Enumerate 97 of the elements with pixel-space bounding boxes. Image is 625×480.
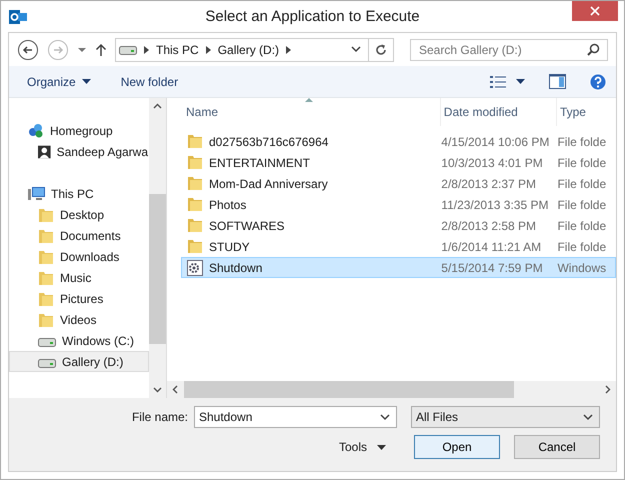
sidebar-item[interactable]: Gallery (D:) xyxy=(9,351,149,372)
file-name: Mom-Dad Anniversary xyxy=(209,176,328,190)
type-cell-text: File folde xyxy=(556,240,608,254)
folder-icon xyxy=(187,176,203,191)
file-type-dropdown[interactable]: All Files xyxy=(411,406,600,428)
file-name: SOFTWARES xyxy=(209,218,285,232)
chevron-icon xyxy=(286,46,292,54)
folder-icon xyxy=(38,270,54,286)
close-icon xyxy=(590,6,600,16)
sidebar-item[interactable]: Homegroup xyxy=(9,120,149,141)
caret-icon[interactable] xyxy=(516,79,525,84)
app-icon xyxy=(9,8,27,26)
sidebar-item[interactable]: Windows (C:) xyxy=(9,330,149,351)
sidebar-item[interactable]: Desktop xyxy=(9,204,149,225)
dropdown-icon[interactable] xyxy=(351,46,361,53)
caret-icon xyxy=(82,79,91,84)
type-cell-text: Windows xyxy=(556,260,608,274)
breadcrumb[interactable]: Gallery (D:) xyxy=(218,42,280,56)
scroll-down-icon[interactable] xyxy=(153,387,162,393)
type-cell-text: File folde xyxy=(556,218,608,232)
chevron-icon xyxy=(144,46,149,54)
folder-icon xyxy=(187,218,203,233)
type-cell-text: File folde xyxy=(556,156,608,170)
file-row[interactable]: d027563b716c676964 4/15/2014 10:06 PM File folde xyxy=(181,131,616,152)
date-cell-text: 2/8/2013 2:37 PM xyxy=(440,176,538,190)
file-name-label: File name: xyxy=(132,410,188,424)
file-name: ENTERTAINMENT xyxy=(209,156,310,170)
computer-icon xyxy=(28,186,45,201)
scroll-up-icon[interactable] xyxy=(153,103,162,109)
scroll-left-icon[interactable] xyxy=(172,385,178,394)
preview-pane-icon[interactable] xyxy=(549,74,566,89)
sidebar-item[interactable]: Music xyxy=(9,267,149,288)
date-cell-text: 2/8/2013 2:58 PM xyxy=(440,218,538,232)
date-cell-text: 10/3/2013 4:01 PM xyxy=(440,156,544,170)
address-bar[interactable]: This PC Gallery (D:) xyxy=(115,38,394,62)
new-folder-button[interactable]: New folder xyxy=(120,74,178,88)
caret-icon xyxy=(377,444,386,450)
column-header[interactable]: Date modified xyxy=(440,98,557,126)
sidebar-item[interactable]: Pictures xyxy=(9,288,149,309)
tools-menu[interactable]: Tools xyxy=(338,440,386,454)
file-row[interactable]: Mom-Dad Anniversary 2/8/2013 2:37 PM File folde xyxy=(181,173,616,194)
search-icon[interactable] xyxy=(587,42,600,56)
search-field[interactable]: Search Gallery (D:) xyxy=(410,38,608,60)
folder-icon xyxy=(187,239,203,254)
sidebar-item[interactable]: Documents xyxy=(9,225,149,246)
sidebar-item[interactable]: Videos xyxy=(9,309,149,330)
folder-icon xyxy=(187,155,203,170)
breadcrumb[interactable]: This PC xyxy=(156,42,199,56)
gear-icon xyxy=(187,260,203,276)
date-cell-text: 4/15/2014 10:06 PM xyxy=(440,134,550,148)
sidebar-item[interactable]: Sandeep Agarwa xyxy=(9,141,149,162)
drive-icon xyxy=(119,44,137,54)
folder-icon xyxy=(38,248,54,264)
network-icon xyxy=(28,122,44,138)
view-list-icon[interactable] xyxy=(490,74,506,88)
up-arrow-icon[interactable] xyxy=(95,42,107,56)
chevron-down-icon xyxy=(380,414,390,420)
scroll-right-icon[interactable] xyxy=(605,385,611,394)
type-cell-text: File folde xyxy=(556,176,608,190)
date-cell-text: 1/6/2014 11:21 AM xyxy=(440,240,542,254)
caret-icon[interactable] xyxy=(77,46,87,52)
folder-icon xyxy=(38,312,54,328)
file-row[interactable]: Photos 11/23/2013 3:35 PM File folde xyxy=(181,194,616,215)
sidebar-item[interactable]: Downloads xyxy=(9,246,149,267)
back-icon[interactable] xyxy=(17,38,39,60)
file-name: Photos xyxy=(209,198,246,212)
refresh-icon xyxy=(374,42,388,56)
file-name: d027563b716c676964 xyxy=(209,134,328,148)
folder-icon xyxy=(187,197,203,212)
file-name: STUDY xyxy=(209,240,250,254)
folder-icon xyxy=(38,206,54,222)
type-cell-text: File folde xyxy=(556,198,608,212)
window-title: Select an Application to Execute xyxy=(205,8,420,25)
column-header[interactable]: Type xyxy=(556,98,616,126)
folder-icon xyxy=(187,134,203,149)
file-name: Shutdown xyxy=(209,260,262,274)
cancel-button[interactable]: Cancel xyxy=(514,435,600,459)
folder-icon xyxy=(38,228,54,244)
help-icon[interactable] xyxy=(590,74,606,90)
type-cell-text: File folde xyxy=(556,134,608,148)
chevron-icon xyxy=(206,46,211,54)
user-icon xyxy=(38,144,51,160)
date-cell-text: 5/15/2014 7:59 PM xyxy=(440,260,544,274)
close-button[interactable] xyxy=(572,1,618,21)
sidebar-item[interactable]: This PC xyxy=(9,183,149,204)
date-cell-text: 11/23/2013 3:35 PM xyxy=(440,198,550,212)
scrollbar-thumb[interactable] xyxy=(149,194,166,344)
file-name-field[interactable]: Shutdown xyxy=(194,406,397,428)
file-row[interactable]: STUDY 1/6/2014 11:21 AM File folde xyxy=(181,236,616,257)
file-row[interactable]: ENTERTAINMENT 10/3/2013 4:01 PM File folde xyxy=(181,152,616,173)
file-row[interactable]: SOFTWARES 2/8/2013 2:58 PM File folde xyxy=(181,215,616,236)
scrollbar-thumb[interactable] xyxy=(184,381,514,398)
chevron-down-icon xyxy=(583,414,593,420)
file-row[interactable]: Shutdown 5/15/2014 7:59 PM Windows xyxy=(181,257,616,278)
folder-icon xyxy=(38,290,54,306)
organize-menu[interactable]: Organize xyxy=(27,74,91,88)
open-button[interactable]: Open xyxy=(414,435,500,459)
